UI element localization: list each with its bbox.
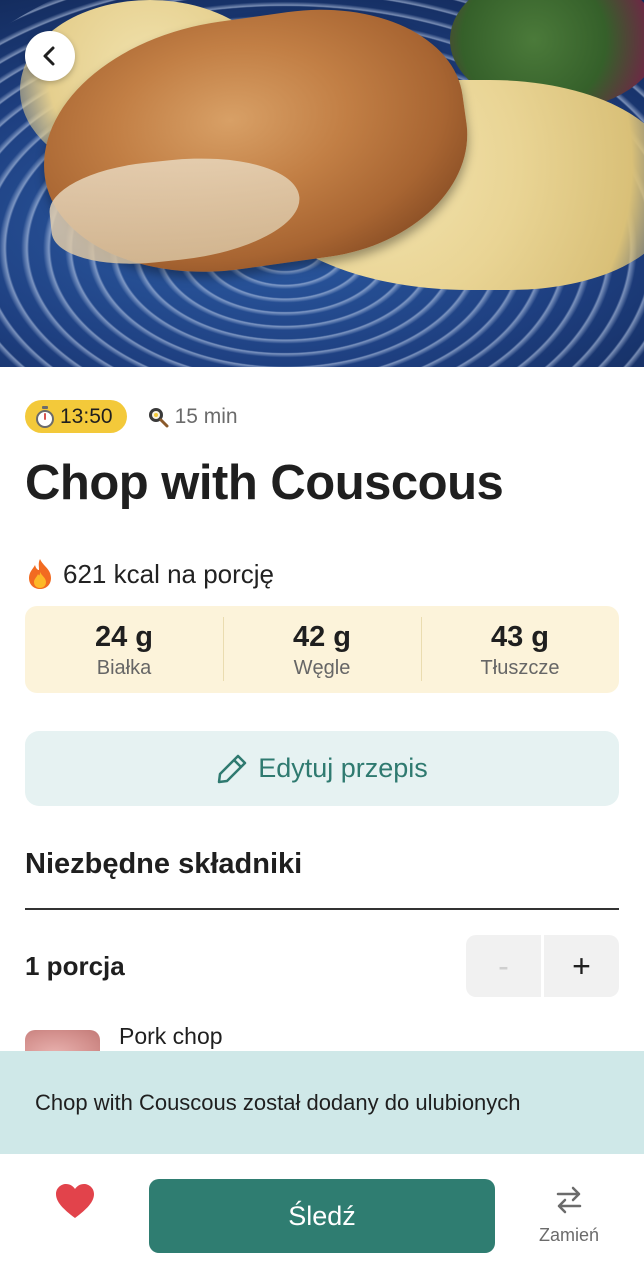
time-badge: 13:50 bbox=[25, 400, 127, 433]
heart-icon bbox=[56, 1184, 94, 1218]
swap-arrows-icon bbox=[556, 1186, 582, 1214]
pencil-icon bbox=[217, 754, 247, 783]
recipe-title: Chop with Couscous bbox=[25, 456, 504, 510]
stopwatch-icon bbox=[36, 405, 54, 428]
bottom-action-bar: Śledź Zamień bbox=[0, 1154, 644, 1280]
time-badge-text: 13:50 bbox=[60, 404, 113, 428]
calories-text: 621 kcal na porcję bbox=[63, 558, 275, 589]
swap-button[interactable]: Zamień bbox=[530, 1184, 608, 1246]
track-button[interactable]: Śledź bbox=[149, 1179, 495, 1253]
toast-message: Chop with Couscous został dodany do ulub… bbox=[35, 1089, 521, 1115]
macro-fat: 43 g Tłuszcze bbox=[421, 616, 619, 681]
cook-duration-text: 15 min bbox=[174, 404, 238, 428]
track-button-label: Śledź bbox=[288, 1200, 356, 1231]
fire-icon bbox=[29, 559, 51, 589]
favorite-button[interactable] bbox=[55, 1184, 95, 1220]
calories-per-portion: 621 kcal na porcję bbox=[25, 558, 274, 590]
cook-duration: 15 min bbox=[147, 405, 238, 429]
favorite-toast: Chop with Couscous został dodany do ulub… bbox=[0, 1051, 644, 1154]
increase-portion-button[interactable]: + bbox=[544, 935, 619, 997]
ingredient-name: Pork chop bbox=[119, 1023, 223, 1049]
pan-icon bbox=[148, 407, 169, 427]
macro-label: Węgle bbox=[293, 656, 351, 679]
recipe-meta: 13:50 15 min bbox=[25, 400, 238, 433]
portion-stepper: - + bbox=[466, 935, 619, 997]
swap-label: Zamień bbox=[538, 1225, 600, 1245]
macro-carbs: 42 g Węgle bbox=[223, 616, 421, 681]
back-button[interactable] bbox=[25, 31, 75, 81]
macro-value: 42 g bbox=[292, 620, 352, 653]
macro-value: 43 g bbox=[490, 620, 550, 653]
recipe-hero-image bbox=[0, 0, 644, 367]
ingredients-heading: Niezbędne składniki bbox=[25, 848, 303, 880]
macro-label: Białka bbox=[96, 656, 152, 679]
portion-count: 1 porcja bbox=[25, 951, 125, 981]
edit-recipe-label: Edytuj przepis bbox=[258, 753, 428, 783]
macro-protein: 24 g Białka bbox=[25, 619, 223, 681]
back-arrow-icon bbox=[43, 46, 55, 66]
section-divider bbox=[25, 908, 619, 910]
macro-label: Tłuszcze bbox=[480, 656, 560, 679]
edit-recipe-button[interactable]: Edytuj przepis bbox=[25, 731, 619, 806]
decrease-portion-button[interactable]: - bbox=[466, 935, 541, 997]
macro-value: 24 g bbox=[94, 620, 154, 653]
macros-panel: 24 g Białka 42 g Węgle 43 g Tłuszcze bbox=[25, 606, 619, 693]
